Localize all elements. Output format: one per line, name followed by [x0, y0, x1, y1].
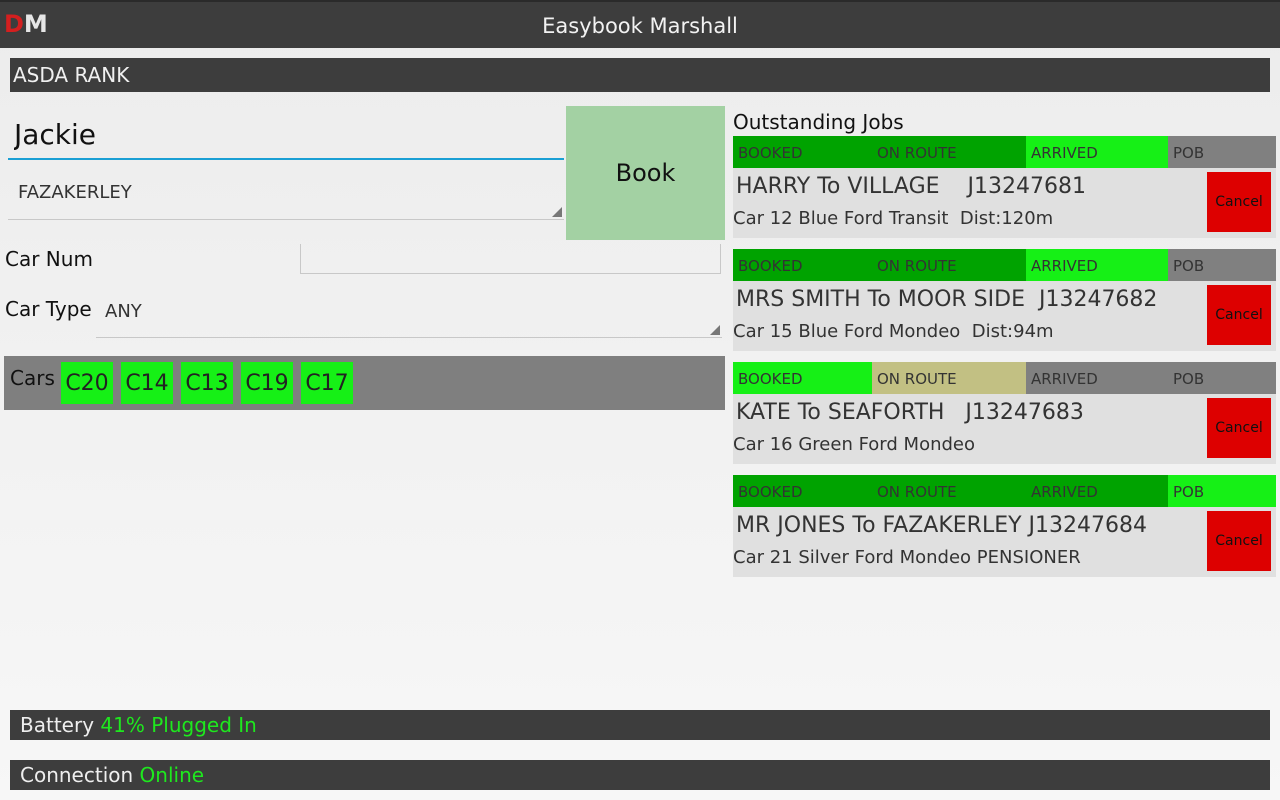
job-card: BOOKED ON ROUTE ARRIVED POB MRS SMITH To…	[733, 249, 1276, 351]
job-details: MR JONES To FAZAKERLEY J13247684 Car 21 …	[733, 507, 1276, 577]
status-arrived: ARRIVED	[1026, 249, 1168, 281]
car-chip[interactable]: C13	[181, 362, 233, 404]
dropdown-corner-icon	[710, 325, 720, 335]
car-chip[interactable]: C14	[121, 362, 173, 404]
job-title: MRS SMITH To MOOR SIDE J13247682	[736, 287, 1158, 312]
status-arrived: ARRIVED	[1026, 475, 1168, 507]
status-pob: POB	[1168, 362, 1276, 394]
status-booked: BOOKED	[733, 249, 872, 281]
battery-label: Battery	[20, 713, 95, 737]
title-bar: DM Easybook Marshall	[0, 0, 1280, 48]
car-num-label: Car Num	[5, 247, 93, 271]
battery-status-bar: Battery 41% Plugged In	[10, 710, 1270, 740]
car-chip[interactable]: C17	[301, 362, 353, 404]
status-booked: BOOKED	[733, 362, 872, 394]
job-status-bar: BOOKED ON ROUTE ARRIVED POB	[733, 249, 1276, 281]
status-on-route: ON ROUTE	[872, 475, 1026, 507]
status-pob: POB	[1168, 475, 1276, 507]
car-num-input[interactable]	[300, 244, 721, 274]
cancel-job-button[interactable]: Cancel	[1207, 285, 1271, 345]
status-on-route: ON ROUTE	[872, 249, 1026, 281]
status-pob: POB	[1168, 136, 1276, 168]
destination-value: FAZAKERLEY	[18, 182, 132, 203]
destination-select[interactable]: FAZAKERLEY	[8, 172, 564, 220]
job-details: MRS SMITH To MOOR SIDE J13247682 Car 15 …	[733, 281, 1276, 351]
outstanding-jobs-heading: Outstanding Jobs	[733, 110, 904, 134]
job-status-bar: BOOKED ON ROUTE ARRIVED POB	[733, 475, 1276, 507]
rank-name-bar: ASDA RANK	[10, 58, 1270, 92]
job-status-bar: BOOKED ON ROUTE ARRIVED POB	[733, 362, 1276, 394]
cars-label: Cars	[10, 366, 55, 390]
connection-value: Online	[139, 763, 205, 787]
job-title: MR JONES To FAZAKERLEY J13247684	[736, 513, 1148, 538]
car-chip[interactable]: C19	[241, 362, 293, 404]
status-on-route: ON ROUTE	[872, 136, 1026, 168]
job-title: KATE To SEAFORTH J13247683	[736, 400, 1084, 425]
battery-value: 41% Plugged In	[100, 713, 257, 737]
job-details: KATE To SEAFORTH J13247683 Car 16 Green …	[733, 394, 1276, 464]
dropdown-corner-icon	[552, 207, 562, 217]
status-pob: POB	[1168, 249, 1276, 281]
car-type-label: Car Type	[5, 297, 92, 321]
status-arrived: ARRIVED	[1026, 136, 1168, 168]
status-booked: BOOKED	[733, 475, 872, 507]
cars-panel: Cars C20 C14 C13 C19 C17	[4, 356, 725, 410]
cancel-job-button[interactable]: Cancel	[1207, 398, 1271, 458]
status-arrived: ARRIVED	[1026, 362, 1168, 394]
job-card: BOOKED ON ROUTE ARRIVED POB KATE To SEAF…	[733, 362, 1276, 464]
car-type-select[interactable]: ANY	[96, 292, 722, 338]
job-card: BOOKED ON ROUTE ARRIVED POB HARRY To VIL…	[733, 136, 1276, 238]
status-on-route: ON ROUTE	[872, 362, 1026, 394]
cancel-job-button[interactable]: Cancel	[1207, 511, 1271, 571]
job-car-info: Car 12 Blue Ford Transit Dist:120m	[733, 208, 1054, 229]
book-button[interactable]: Book	[566, 106, 725, 240]
job-car-info: Car 21 Silver Ford Mondeo PENSIONER	[733, 547, 1081, 568]
car-chip[interactable]: C20	[61, 362, 113, 404]
connection-status-bar: Connection Online	[10, 760, 1270, 790]
job-car-info: Car 16 Green Ford Mondeo	[733, 434, 975, 455]
car-type-value: ANY	[105, 301, 142, 322]
status-booked: BOOKED	[733, 136, 872, 168]
app-title: Easybook Marshall	[542, 14, 738, 38]
job-card: BOOKED ON ROUTE ARRIVED POB MR JONES To …	[733, 475, 1276, 577]
passenger-name-input[interactable]	[8, 110, 564, 160]
job-car-info: Car 15 Blue Ford Mondeo Dist:94m	[733, 321, 1054, 342]
job-status-bar: BOOKED ON ROUTE ARRIVED POB	[733, 136, 1276, 168]
job-title: HARRY To VILLAGE J13247681	[736, 174, 1086, 199]
connection-label: Connection	[20, 763, 134, 787]
job-details: HARRY To VILLAGE J13247681 Car 12 Blue F…	[733, 168, 1276, 238]
cancel-job-button[interactable]: Cancel	[1207, 172, 1271, 232]
